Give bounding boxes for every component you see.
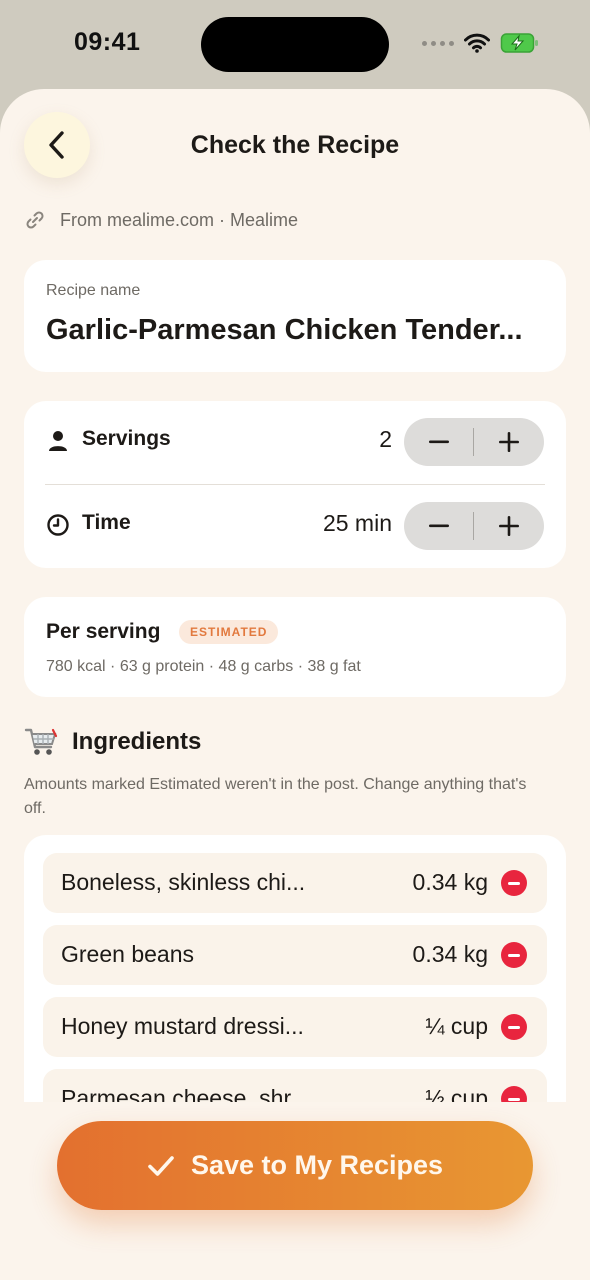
status-bar: 09:41 <box>0 0 590 88</box>
time-stepper <box>404 502 544 550</box>
ingredient-amount[interactable]: 0.34 kg <box>413 941 488 968</box>
page-title: Check the Recipe <box>190 131 400 159</box>
recipe-name-field[interactable]: Recipe name Garlic-Parmesan Chicken Tend… <box>24 260 566 372</box>
time-value: 25 min <box>322 510 392 536</box>
dynamic-island <box>201 17 389 72</box>
ingredient-name[interactable]: Honey mustard dressi... <box>61 1013 304 1040</box>
status-indicators <box>422 32 540 54</box>
time-label: Time <box>82 511 131 534</box>
minus-icon <box>429 440 449 444</box>
ingredients-note: Amounts marked Estimated weren't in the … <box>24 776 527 817</box>
recipe-name-input[interactable]: Garlic-Parmesan Chicken Tender... <box>46 314 523 347</box>
recipe-review-sheet: Check the Recipe From mealime.com · Meal… <box>0 89 590 1280</box>
per-serving-title: Per serving <box>46 620 161 643</box>
clock-icon <box>47 514 69 536</box>
servings-row: Servings 2 <box>24 401 566 481</box>
person-icon <box>49 431 67 451</box>
minus-icon <box>508 953 520 957</box>
battery-charging-icon <box>500 33 538 53</box>
servings-time-card: Servings 2 Time 25 min <box>24 401 566 568</box>
minus-icon <box>429 524 449 528</box>
save-to-my-recipes-button[interactable]: Save to My Recipes <box>57 1121 533 1210</box>
servings-label: Servings <box>82 427 171 450</box>
ingredient-name[interactable]: Boneless, skinless chi... <box>61 869 305 896</box>
ingredient-row[interactable]: Green beans 0.34 kg <box>43 925 547 985</box>
per-serving-card: Per serving ESTIMATED 780 kcal · 63 g pr… <box>24 597 566 697</box>
remove-ingredient-button[interactable] <box>501 1014 527 1040</box>
status-time: 09:41 <box>74 28 141 56</box>
cellular-signal-icon <box>422 40 454 46</box>
remove-ingredient-button[interactable] <box>501 942 527 968</box>
checkmark-icon <box>148 1155 174 1176</box>
ingredient-row[interactable]: Boneless, skinless chi... 0.34 kg <box>43 853 547 913</box>
servings-stepper <box>404 418 544 466</box>
recipe-source: From mealime.com · Mealime <box>24 209 298 231</box>
time-increment-button[interactable] <box>474 502 544 550</box>
minus-icon <box>508 1097 520 1101</box>
ingredients-header: Ingredients <box>24 726 201 758</box>
time-decrement-button[interactable] <box>404 502 474 550</box>
estimated-badge: ESTIMATED <box>179 620 279 644</box>
servings-increment-button[interactable] <box>474 418 544 466</box>
ingredient-name[interactable]: Green beans <box>61 941 194 968</box>
save-button-label: Save to My Recipes <box>190 1150 444 1180</box>
wifi-icon <box>464 33 490 53</box>
ingredients-title: Ingredients <box>72 728 202 755</box>
ingredient-row[interactable]: Honey mustard dressi... ¼ cup <box>43 997 547 1057</box>
time-row: Time 25 min <box>24 485 566 565</box>
nutrition-stats: 780 kcal · 63 g protein · 48 g carbs · 3… <box>46 658 361 675</box>
ingredients-list: Boneless, skinless chi... 0.34 kg Green … <box>24 835 566 1135</box>
recipe-source-text: From mealime.com · Mealime <box>60 209 299 230</box>
minus-icon <box>508 1025 520 1029</box>
shopping-cart-icon <box>24 728 58 755</box>
ingredient-amount[interactable]: ¼ cup <box>425 1013 488 1040</box>
servings-decrement-button[interactable] <box>404 418 474 466</box>
minus-icon <box>508 881 520 885</box>
recipe-name-label: Recipe name <box>46 282 141 299</box>
plus-icon <box>499 516 519 536</box>
plus-icon <box>499 432 519 452</box>
remove-ingredient-button[interactable] <box>501 870 527 896</box>
link-icon <box>26 211 44 229</box>
ingredient-amount[interactable]: 0.34 kg <box>413 869 488 896</box>
servings-value: 2 <box>379 426 392 452</box>
